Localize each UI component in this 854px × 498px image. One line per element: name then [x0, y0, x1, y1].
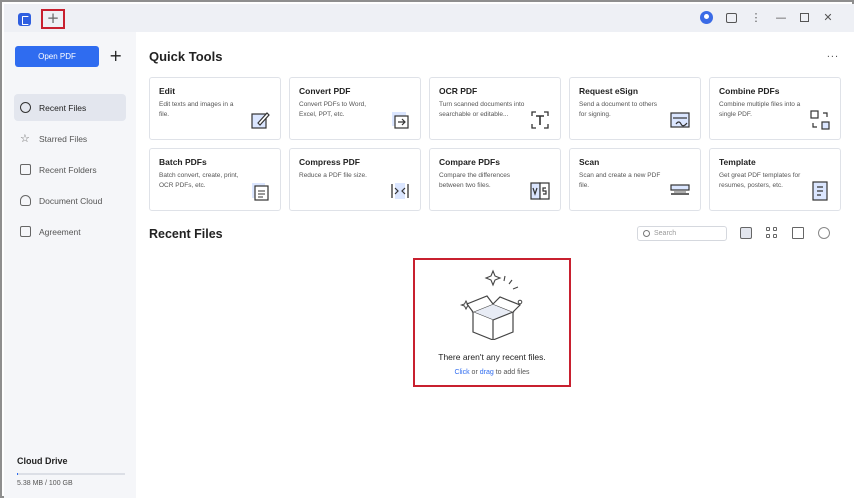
sidebar-item-label: Starred Files — [39, 133, 88, 144]
tool-desc: Batch convert, create, print, OCR PDFs, … — [159, 172, 239, 189]
tool-desc: Convert PDFs to Word, Excel, PPT, etc. — [299, 101, 367, 118]
tool-card-edit[interactable]: Edit Edit texts and images in a file. — [149, 77, 281, 140]
tool-card-convert-pdf[interactable]: Convert PDF Convert PDFs to Word, Excel,… — [289, 77, 421, 140]
search-input[interactable]: Search — [637, 226, 727, 241]
recent-files-title: Recent Files — [149, 227, 223, 241]
tool-title: Request eSign — [579, 86, 639, 96]
edit-icon — [251, 112, 270, 129]
main-content: Quick Tools ... Edit Edit texts and imag… — [136, 32, 854, 498]
quick-tools-title: Quick Tools — [149, 49, 223, 64]
sidebar-item-recent-folders[interactable]: Recent Folders — [14, 156, 126, 183]
tool-desc: Edit texts and images in a file. — [159, 101, 234, 118]
tool-title: OCR PDF — [439, 86, 478, 96]
close-icon[interactable]: ✕ — [822, 11, 834, 24]
tool-desc: Compare the differences between two file… — [439, 172, 511, 189]
agreement-icon — [20, 226, 31, 237]
template-icon — [812, 181, 828, 201]
new-tab-button[interactable]: + — [41, 9, 65, 29]
app-logo-icon — [18, 13, 31, 26]
or-text: or — [469, 369, 480, 376]
combine-icon — [810, 110, 830, 130]
drag-link[interactable]: drag — [480, 369, 494, 376]
tool-desc: Send a document to others for signing. — [579, 101, 658, 118]
sidebar-item-agreement[interactable]: Agreement — [14, 218, 126, 245]
scan-icon — [670, 184, 690, 195]
grid-view-icon[interactable] — [766, 227, 778, 239]
compare-icon — [530, 182, 550, 200]
suffix-text: to add files — [493, 369, 530, 376]
tool-card-scan[interactable]: Scan Scan and create a new PDF file. — [569, 148, 701, 211]
esign-icon — [670, 112, 690, 128]
tool-title: Compare PDFs — [439, 157, 500, 167]
more-vertical-icon[interactable]: ⋮ — [750, 11, 762, 24]
storage-bar — [17, 473, 125, 475]
app-window: + ⋮ — ✕ Open PDF + Recent Files ☆ Starre… — [0, 0, 854, 498]
tool-title: Compress PDF — [299, 157, 360, 167]
sidebar-item-label: Recent Files — [39, 102, 87, 113]
tool-title: Combine PDFs — [719, 86, 780, 96]
storage-text: 5.38 MB / 100 GB — [17, 480, 73, 487]
cloud-drive-title: Cloud Drive — [17, 456, 68, 466]
sidebar-item-label: Recent Folders — [39, 164, 97, 175]
avatar-icon[interactable] — [700, 11, 713, 24]
window-controls: ⋮ — ✕ — [700, 11, 834, 24]
tool-card-compress-pdf[interactable]: Compress PDF Reduce a PDF file size. — [289, 148, 421, 211]
tool-desc: Scan and create a new PDF file. — [579, 172, 661, 189]
quick-tools-grid: Edit Edit texts and images in a file. Co… — [149, 77, 841, 211]
title-bar: + ⋮ — ✕ — [4, 4, 854, 32]
tool-card-compare-pdfs[interactable]: Compare PDFs Compare the differences bet… — [429, 148, 561, 211]
batch-icon — [252, 183, 269, 201]
sidebar-item-label: Document Cloud — [39, 195, 103, 206]
tool-desc: Combine multiple files into a single PDF… — [719, 101, 801, 118]
message-icon[interactable] — [726, 12, 737, 23]
search-placeholder: Search — [654, 230, 677, 237]
list-view-icon[interactable] — [740, 227, 752, 239]
tool-desc: Get great PDF templates for resumes, pos… — [719, 172, 801, 189]
tool-title: Batch PDFs — [159, 157, 207, 167]
search-icon — [643, 230, 650, 237]
folder-icon — [20, 164, 31, 175]
tool-title: Template — [719, 157, 756, 167]
empty-message: There aren't any recent files. — [438, 352, 546, 362]
cloud-icon — [20, 195, 31, 206]
empty-hint: Click or drag to add files — [415, 369, 569, 376]
compress-icon — [391, 183, 409, 199]
tool-desc: Turn scanned documents into searchable o… — [439, 101, 525, 118]
tool-card-combine-pdfs[interactable]: Combine PDFs Combine multiple files into… — [709, 77, 841, 140]
view-toolbar — [740, 227, 830, 239]
sidebar-item-label: Agreement — [39, 226, 81, 237]
click-link[interactable]: Click — [454, 369, 469, 376]
empty-state[interactable]: There aren't any recent files. Click or … — [413, 258, 571, 387]
refresh-icon[interactable] — [818, 227, 830, 239]
tool-card-template[interactable]: Template Get great PDF templates for res… — [709, 148, 841, 211]
clock-icon — [20, 102, 31, 113]
tool-card-batch-pdfs[interactable]: Batch PDFs Batch convert, create, print,… — [149, 148, 281, 211]
convert-icon — [392, 112, 409, 129]
sidebar-item-document-cloud[interactable]: Document Cloud — [14, 187, 126, 214]
tool-card-ocr-pdf[interactable]: OCR PDF Turn scanned documents into sear… — [429, 77, 561, 140]
empty-box-icon — [459, 269, 523, 340]
tool-desc: Reduce a PDF file size. — [299, 172, 367, 179]
tool-title: Edit — [159, 86, 176, 96]
star-icon: ☆ — [20, 132, 30, 145]
open-pdf-button[interactable]: Open PDF — [15, 46, 99, 67]
sidebar-item-recent-files[interactable]: Recent Files — [14, 94, 126, 121]
sidebar: Open PDF + Recent Files ☆ Starred Files … — [4, 32, 136, 498]
more-options-button[interactable]: ... — [827, 48, 839, 60]
minimize-icon[interactable]: — — [775, 11, 787, 24]
trash-icon[interactable] — [792, 227, 804, 239]
tool-card-request-esign[interactable]: Request eSign Send a document to others … — [569, 77, 701, 140]
add-button[interactable]: + — [109, 46, 122, 66]
sidebar-nav: Recent Files ☆ Starred Files Recent Fold… — [14, 94, 126, 249]
tool-title: Scan — [579, 157, 600, 167]
tool-title: Convert PDF — [299, 86, 351, 96]
sidebar-item-starred-files[interactable]: ☆ Starred Files — [14, 125, 126, 152]
ocr-icon — [531, 111, 549, 129]
storage-bar-fill — [17, 473, 19, 475]
maximize-icon[interactable] — [800, 13, 809, 22]
